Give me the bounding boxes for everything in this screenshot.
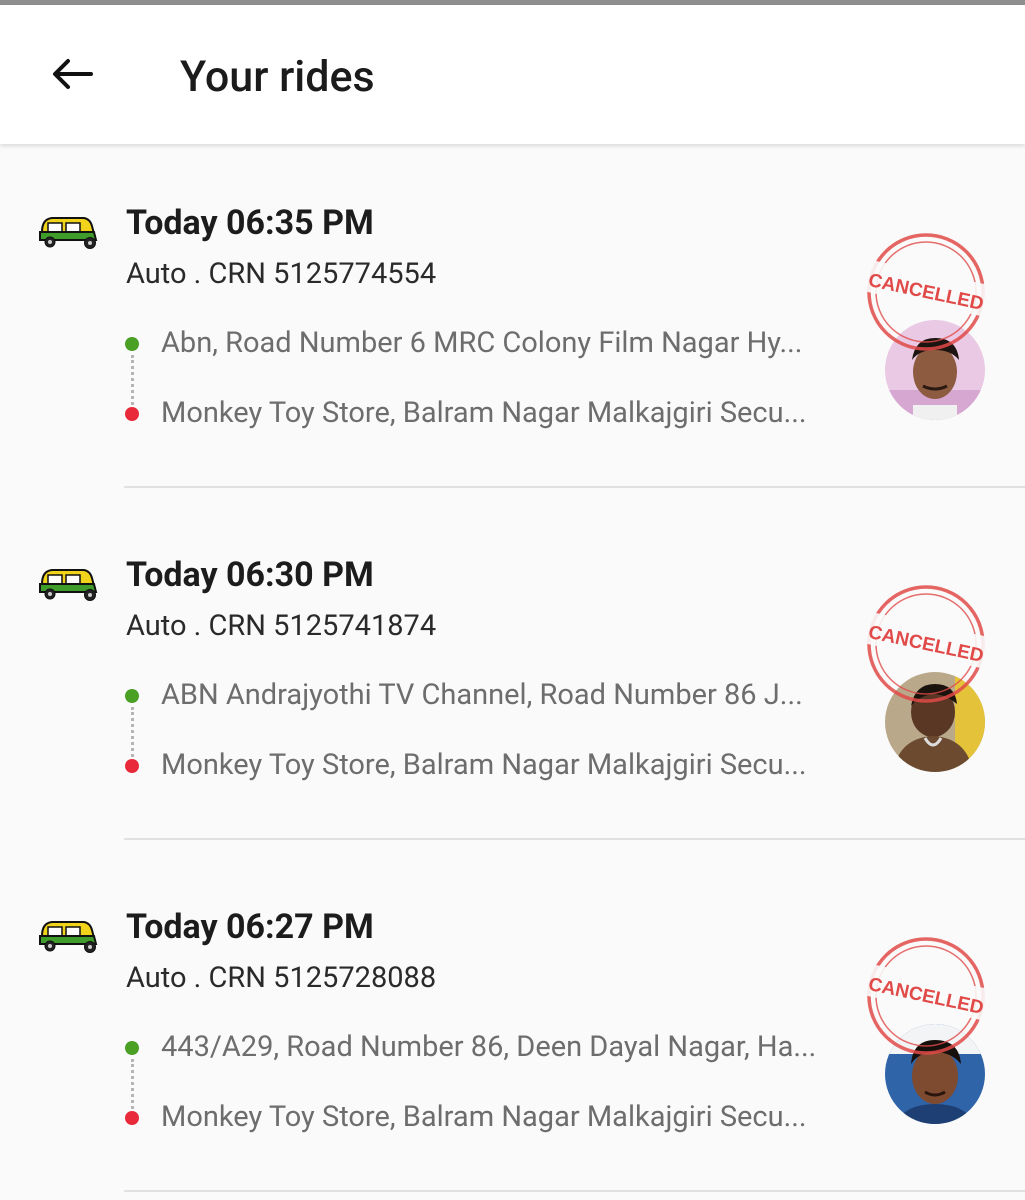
- ride-card[interactable]: Today 06:35 PM Auto . CRN 5125774554 Abn…: [0, 150, 1025, 502]
- back-button[interactable]: [44, 51, 98, 97]
- divider: [124, 1190, 1025, 1192]
- route-connector: [131, 707, 134, 757]
- page-title: Your rides: [180, 52, 375, 102]
- pickup-address: ABN Andrajyothi TV Channel, Road Number …: [161, 678, 803, 712]
- drop-address: Monkey Toy Store, Balram Nagar Malkajgir…: [161, 1100, 807, 1134]
- stamp-label: CANCELLED: [866, 974, 985, 1019]
- back-arrow-icon: [53, 59, 93, 89]
- drop-dot-icon: [125, 759, 139, 773]
- divider: [124, 486, 1025, 488]
- pickup-address: 443/A29, Road Number 86, Deen Dayal Naga…: [161, 1030, 817, 1064]
- auto-rickshaw-icon: [39, 921, 98, 953]
- driver-avatar: [885, 320, 985, 420]
- auto-rickshaw-icon: [39, 569, 98, 601]
- driver-avatar: [885, 1024, 985, 1124]
- ride-time: Today 06:35 PM: [126, 203, 374, 243]
- app-bar: Your rides: [0, 5, 1025, 144]
- route-connector: [131, 1059, 134, 1109]
- drop-dot-icon: [125, 407, 139, 421]
- pickup-address: Abn, Road Number 6 MRC Colony Film Nagar…: [161, 326, 803, 360]
- stamp-label: CANCELLED: [866, 270, 985, 315]
- driver-avatar: [885, 672, 985, 772]
- stamp-label: CANCELLED: [866, 622, 985, 667]
- pickup-dot-icon: [125, 689, 139, 703]
- ride-time: Today 06:30 PM: [126, 555, 374, 595]
- drop-dot-icon: [125, 1111, 139, 1125]
- route-connector: [131, 355, 134, 405]
- ride-crn: Auto . CRN 5125774554: [126, 257, 437, 291]
- auto-rickshaw-icon: [39, 217, 98, 249]
- pickup-dot-icon: [125, 1041, 139, 1055]
- ride-card[interactable]: Today 06:30 PM Auto . CRN 5125741874 ABN…: [0, 502, 1025, 854]
- ride-card[interactable]: Today 06:27 PM Auto . CRN 5125728088 443…: [0, 854, 1025, 1200]
- ride-crn: Auto . CRN 5125728088: [126, 961, 437, 995]
- drop-address: Monkey Toy Store, Balram Nagar Malkajgir…: [161, 396, 807, 430]
- pickup-dot-icon: [125, 337, 139, 351]
- divider: [124, 838, 1025, 840]
- drop-address: Monkey Toy Store, Balram Nagar Malkajgir…: [161, 748, 807, 782]
- ride-crn: Auto . CRN 5125741874: [126, 609, 437, 643]
- ride-time: Today 06:27 PM: [126, 907, 374, 947]
